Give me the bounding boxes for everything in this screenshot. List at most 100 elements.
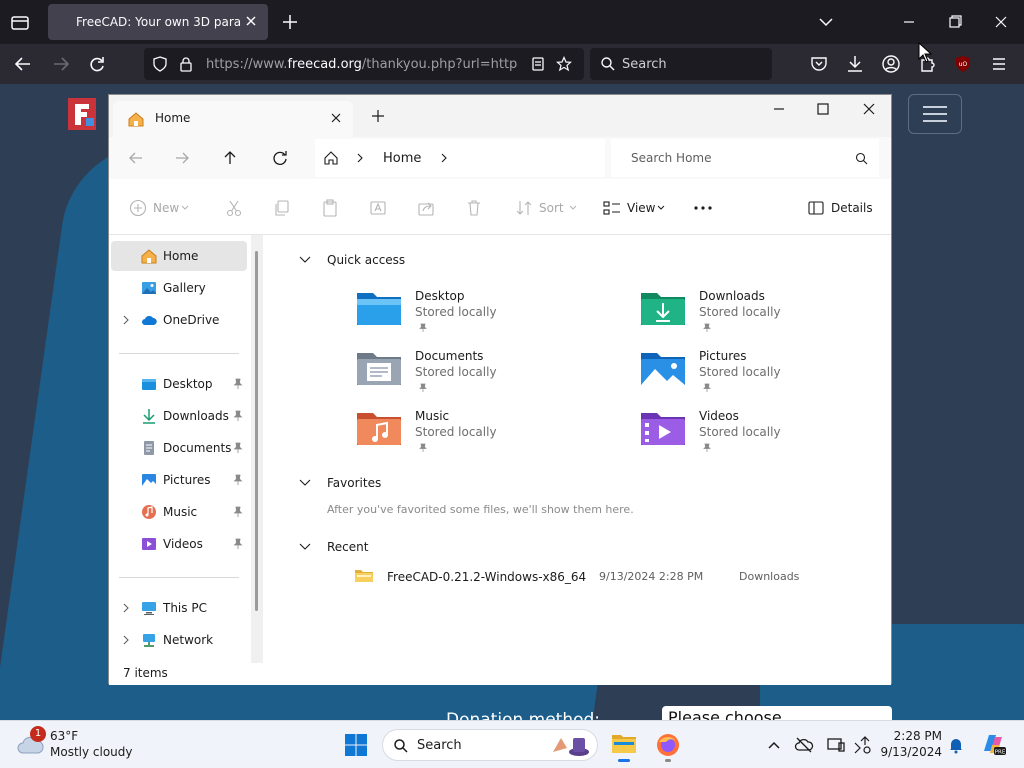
- chevron-down-icon[interactable]: [816, 12, 836, 32]
- explorer-tab-home[interactable]: Home: [113, 101, 353, 137]
- sidebar-item-this-pc[interactable]: This PC: [111, 593, 247, 623]
- display-icon[interactable]: [826, 735, 846, 755]
- sidebar-item-desktop[interactable]: Desktop: [111, 369, 247, 399]
- sidebar-item-gallery[interactable]: Gallery: [111, 273, 247, 303]
- more-options-icon[interactable]: [693, 199, 713, 217]
- close-tab-icon[interactable]: [329, 111, 343, 125]
- chevron-down-icon[interactable]: [657, 204, 665, 212]
- details-button[interactable]: Details: [831, 201, 873, 215]
- sidebar-item-documents[interactable]: Documents: [111, 433, 247, 463]
- maximize-icon[interactable]: [815, 101, 831, 117]
- browser-search-bar[interactable]: Search: [590, 48, 772, 80]
- chevron-down-icon[interactable]: [299, 478, 311, 488]
- shield-icon[interactable]: [152, 56, 168, 72]
- sidebar-item-home[interactable]: Home: [111, 241, 247, 271]
- chevron-down-icon[interactable]: [181, 204, 189, 212]
- pin-icon[interactable]: [233, 506, 243, 518]
- address-location[interactable]: Home: [383, 151, 421, 166]
- quick-access-music[interactable]: Music Stored locally: [357, 409, 597, 465]
- windows-start-icon[interactable]: [344, 733, 368, 757]
- details-pane-icon[interactable]: [807, 199, 825, 217]
- close-window-icon[interactable]: [990, 12, 1012, 32]
- recent-file-row[interactable]: FreeCAD-0.21.2-Windows-x86_64 9/13/2024 …: [355, 567, 855, 589]
- new-button[interactable]: New: [153, 201, 179, 215]
- chevron-right-icon[interactable]: [121, 315, 131, 325]
- donation-method-select[interactable]: Please choose: [662, 706, 892, 720]
- onedrive-offline-icon[interactable]: [794, 735, 814, 755]
- cut-icon[interactable]: [225, 199, 243, 217]
- quick-access-documents[interactable]: Documents Stored locally: [357, 349, 597, 405]
- quick-access-downloads[interactable]: Downloads Stored locally: [641, 289, 881, 345]
- quick-access-title[interactable]: Quick access: [327, 253, 405, 267]
- up-arrow-icon[interactable]: [221, 149, 239, 167]
- account-icon[interactable]: [880, 54, 902, 74]
- view-button[interactable]: View: [627, 201, 655, 215]
- sidebar-item-music[interactable]: Music: [111, 497, 247, 527]
- forward-arrow-icon[interactable]: [173, 149, 191, 167]
- back-arrow-icon[interactable]: [12, 54, 34, 74]
- sidebar-item-videos[interactable]: Videos: [111, 529, 247, 559]
- sort-icon[interactable]: [515, 199, 533, 217]
- sidebar-scrollbar-thumb[interactable]: [255, 251, 258, 611]
- sidebar-item-network[interactable]: Network: [111, 625, 247, 655]
- sidebar-item-onedrive[interactable]: OneDrive: [111, 305, 247, 335]
- pin-icon[interactable]: [233, 442, 243, 454]
- pin-icon[interactable]: [233, 378, 243, 390]
- view-icon[interactable]: [603, 199, 621, 217]
- ublock-origin-icon[interactable]: uO: [952, 54, 974, 74]
- copilot-icon[interactable]: PRE: [980, 731, 1006, 757]
- lock-icon[interactable]: [178, 56, 194, 72]
- new-tab-icon[interactable]: [371, 109, 385, 123]
- chevron-right-icon[interactable]: [355, 153, 365, 163]
- clock-date[interactable]: 9/13/2024: [880, 745, 942, 759]
- sidebar-item-downloads[interactable]: Downloads: [111, 401, 247, 431]
- close-window-icon[interactable]: [861, 101, 877, 117]
- quick-access-pictures[interactable]: Pictures Stored locally: [641, 349, 881, 405]
- sidebar-scrollbar-track[interactable]: [251, 235, 263, 663]
- favorites-title[interactable]: Favorites: [327, 476, 381, 490]
- chevron-down-icon[interactable]: [569, 204, 577, 212]
- sort-button[interactable]: Sort: [539, 201, 564, 215]
- taskbar-search-box[interactable]: Search: [382, 729, 598, 761]
- notification-bell-icon[interactable]: [946, 735, 966, 755]
- home-outline-icon[interactable]: [323, 150, 339, 166]
- minimize-icon[interactable]: [771, 101, 787, 117]
- clock-time[interactable]: 2:28 PM: [890, 729, 942, 743]
- chevron-right-icon[interactable]: [439, 153, 449, 163]
- rename-icon[interactable]: [369, 199, 387, 217]
- new-icon[interactable]: [129, 199, 147, 217]
- recent-title[interactable]: Recent: [327, 540, 368, 554]
- network-volume-icon[interactable]: [852, 735, 872, 755]
- tab-list-icon[interactable]: [8, 11, 32, 33]
- url-bar[interactable]: https://www.freecad.org/thankyou.php?url…: [144, 48, 584, 80]
- chevron-right-icon[interactable]: [121, 603, 131, 613]
- address-bar[interactable]: Home: [315, 139, 605, 177]
- close-tab-icon[interactable]: [242, 12, 260, 30]
- minimize-icon[interactable]: [898, 12, 920, 32]
- quick-access-videos[interactable]: Videos Stored locally: [641, 409, 881, 465]
- share-icon[interactable]: [417, 199, 435, 217]
- chevron-down-icon[interactable]: [299, 542, 311, 552]
- quick-access-desktop[interactable]: Desktop Stored locally: [357, 289, 597, 345]
- taskbar-file-explorer[interactable]: [608, 729, 640, 762]
- freecad-logo-icon[interactable]: [68, 98, 96, 130]
- pin-icon[interactable]: [233, 538, 243, 550]
- pin-icon[interactable]: [233, 410, 243, 422]
- downloads-icon[interactable]: [844, 54, 866, 74]
- paste-icon[interactable]: [321, 199, 339, 217]
- copy-icon[interactable]: [273, 199, 291, 217]
- explorer-search-box[interactable]: Search Home: [611, 139, 879, 177]
- forward-arrow-icon[interactable]: [50, 54, 72, 74]
- pocket-icon[interactable]: [808, 54, 830, 74]
- menu-icon[interactable]: [988, 54, 1010, 74]
- delete-icon[interactable]: [465, 199, 483, 217]
- reader-view-icon[interactable]: [530, 56, 546, 72]
- chevron-right-icon[interactable]: [121, 635, 131, 645]
- new-tab-icon[interactable]: [280, 12, 300, 32]
- reload-icon[interactable]: [86, 54, 108, 74]
- taskbar-firefox[interactable]: [652, 729, 684, 762]
- site-menu-button[interactable]: [908, 94, 962, 134]
- sidebar-item-pictures[interactable]: Pictures: [111, 465, 247, 495]
- browser-tab-active[interactable]: FreeCAD: Your own 3D parametric: [48, 4, 268, 40]
- bookmark-star-icon[interactable]: [556, 56, 572, 72]
